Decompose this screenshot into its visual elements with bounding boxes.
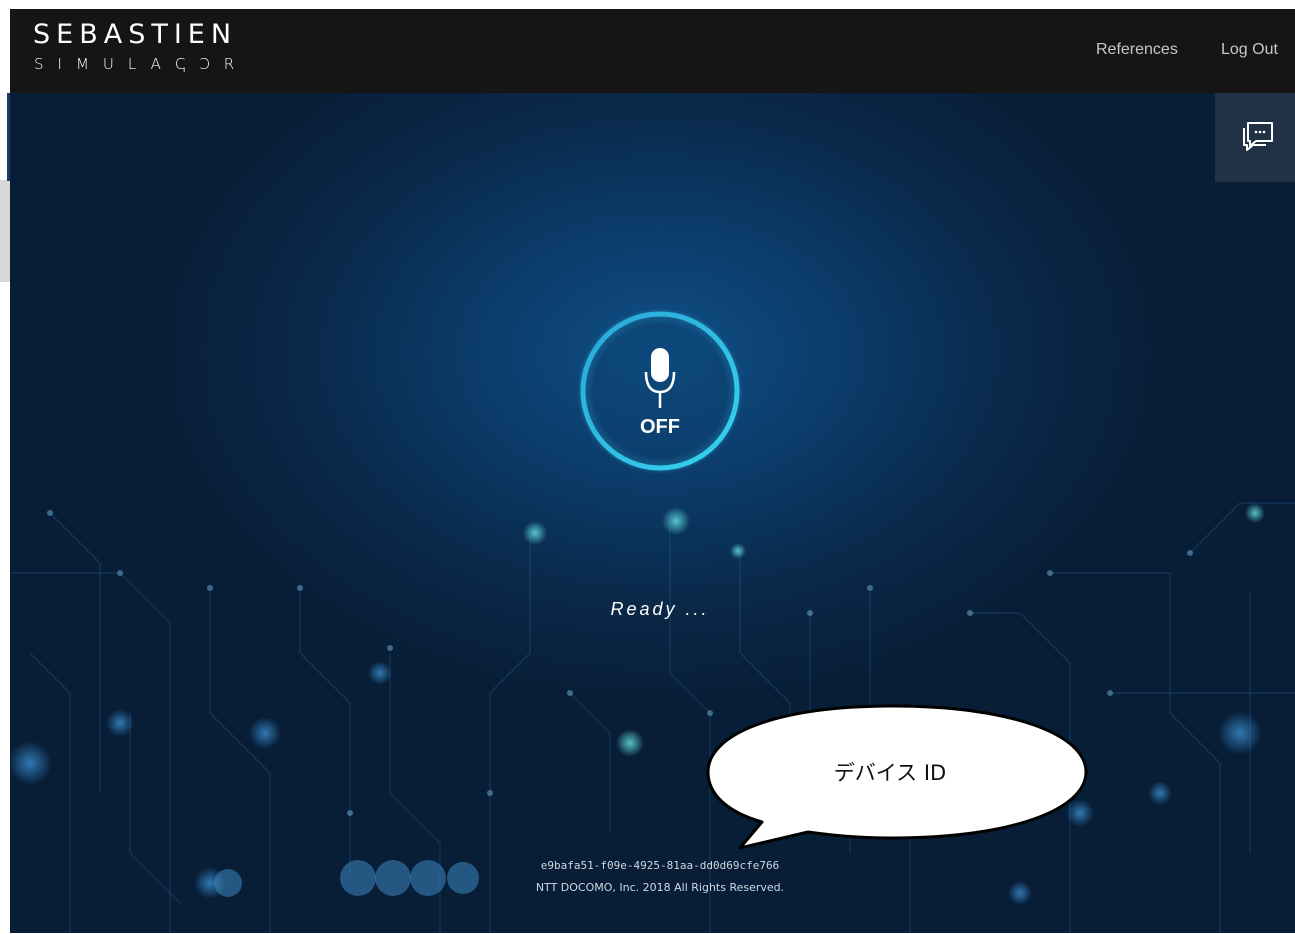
mic-state-label: OFF bbox=[640, 416, 680, 438]
logout-link[interactable]: Log Out bbox=[1221, 41, 1278, 59]
main-stage bbox=[10, 93, 1295, 933]
app-frame: SEBASTIEN SIMULAↅↃR References Log Out O… bbox=[10, 9, 1295, 933]
chat-bubble-icon bbox=[1243, 122, 1273, 151]
microphone-icon bbox=[644, 348, 676, 408]
device-id-text: e9bafa51-f09e-4925-81aa-dd0d69cfe766 bbox=[540, 859, 780, 872]
references-link[interactable]: References bbox=[1096, 41, 1178, 59]
circuit-background bbox=[10, 502, 1295, 933]
top-navigation-bar: SEBASTIEN SIMULAↅↃR References Log Out bbox=[10, 9, 1295, 93]
app-logo-title: SEBASTIEN bbox=[33, 19, 238, 50]
status-message: Ready ... bbox=[610, 599, 710, 619]
left-window-edge bbox=[0, 0, 10, 934]
chat-toggle-button[interactable] bbox=[1215, 93, 1295, 182]
app-logo-subtitle: SIMULAↅↃR bbox=[34, 55, 249, 73]
copyright-text: NTT DOCOMO, Inc. 2018 All Rights Reserve… bbox=[535, 881, 785, 894]
microphone-toggle-button[interactable]: OFF bbox=[577, 308, 743, 474]
callout-label: デバイス ID bbox=[833, 761, 947, 785]
